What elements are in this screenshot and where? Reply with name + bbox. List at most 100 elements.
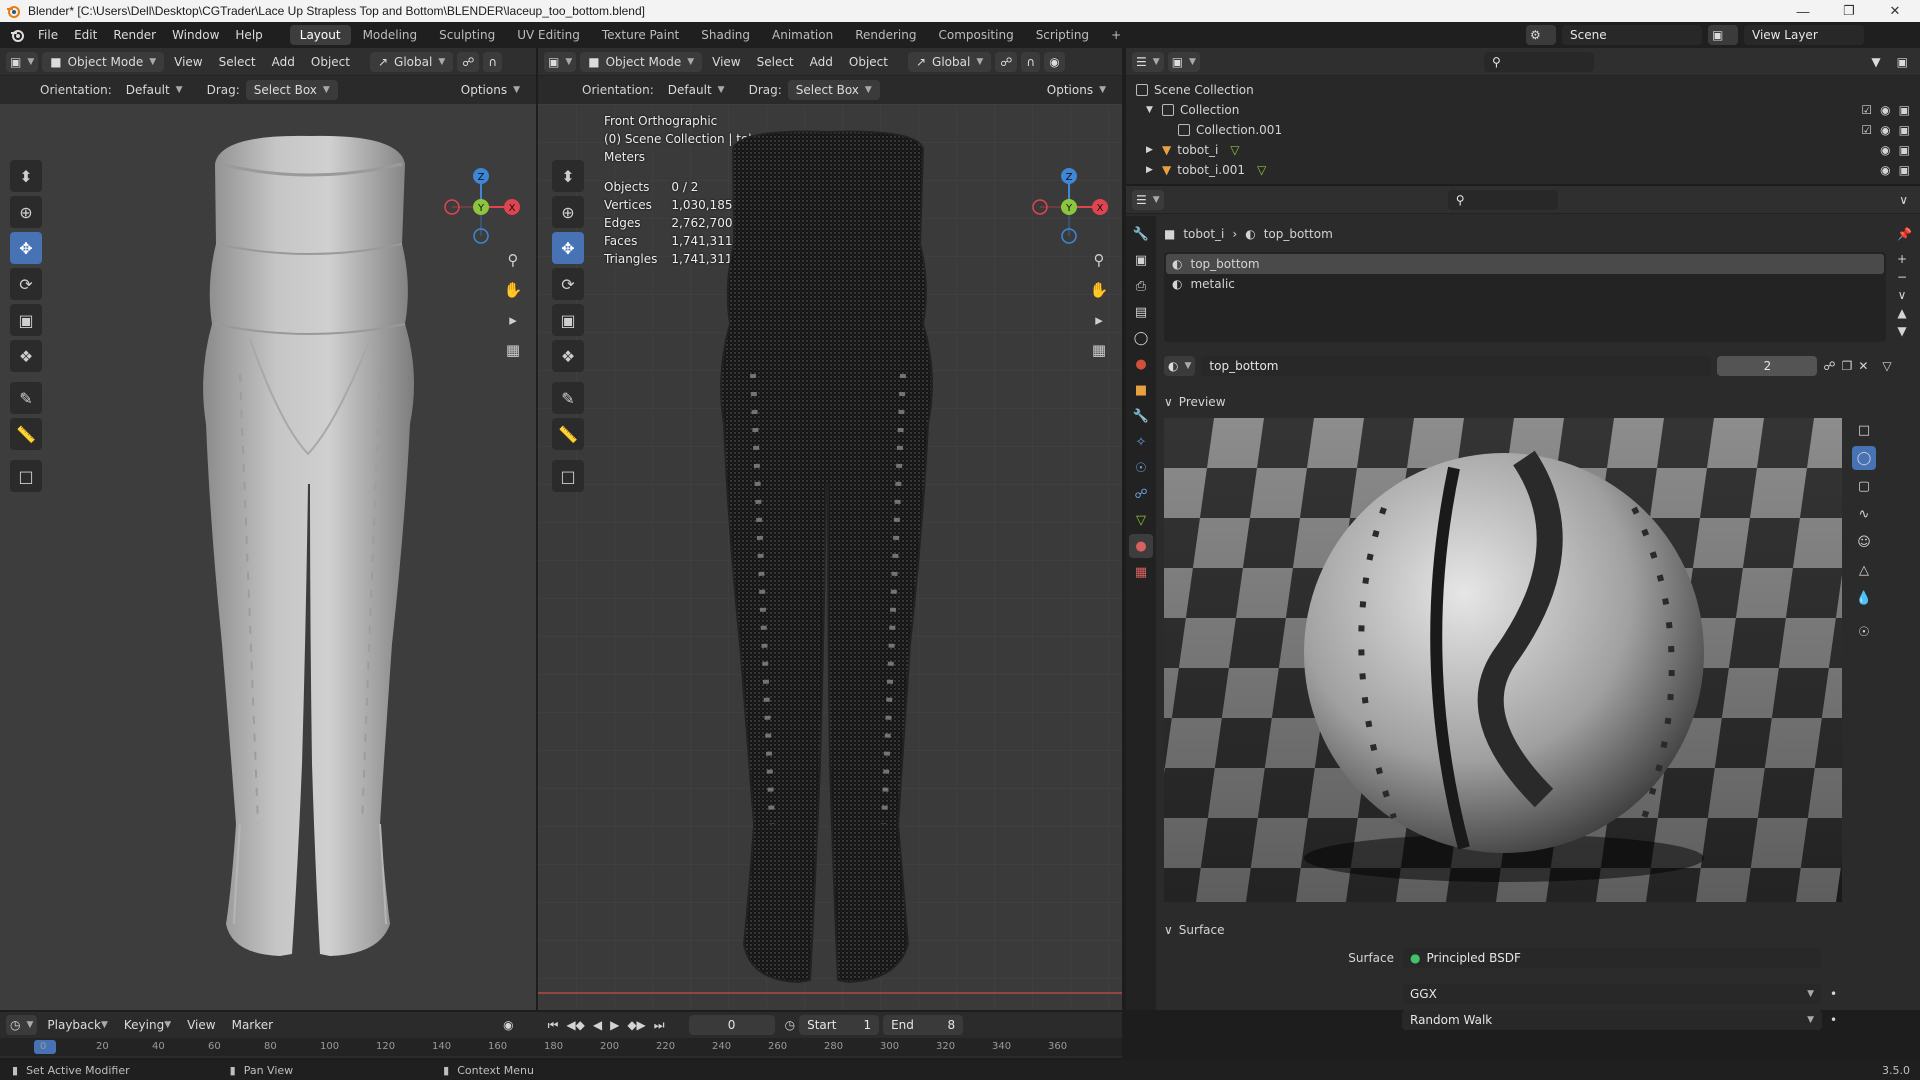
move-up-icon[interactable]: ▲: [1897, 306, 1906, 320]
pan-hand-icon[interactable]: ✋: [1086, 277, 1112, 303]
eye-icon[interactable]: ◉: [1880, 103, 1890, 117]
move-tool-icon[interactable]: ✥: [552, 232, 584, 264]
menu-help[interactable]: Help: [227, 22, 270, 48]
sphere-preview-icon[interactable]: ◯: [1852, 446, 1876, 470]
eye-icon[interactable]: ◉: [1880, 163, 1890, 177]
tab-animation[interactable]: Animation: [762, 25, 843, 45]
outliner-row-scene-collection[interactable]: Scene Collection: [1136, 80, 1910, 100]
scene-selector-icon[interactable]: ⚙: [1526, 25, 1556, 45]
camera-render-icon[interactable]: ▣: [1899, 103, 1910, 117]
current-frame-field[interactable]: 0: [688, 1015, 775, 1035]
remove-slot-icon[interactable]: −: [1897, 270, 1907, 284]
editor-type-icon[interactable]: ▣ ▼: [544, 51, 577, 72]
preview-section-header[interactable]: ∨ Preview: [1164, 392, 1912, 412]
zoom-icon[interactable]: ⚲: [1086, 247, 1112, 273]
render-tab-icon[interactable]: ▣: [1129, 248, 1153, 272]
checkbox-icon[interactable]: ☑: [1861, 103, 1872, 117]
options-dropdown[interactable]: Options ▼: [453, 80, 528, 100]
menu-playback[interactable]: Playback ▼: [41, 1015, 113, 1035]
prev-keyframe-icon[interactable]: ◀◆: [566, 1018, 584, 1033]
menu-select[interactable]: Select: [213, 52, 262, 72]
fluid-preview-icon[interactable]: 💧: [1852, 586, 1876, 610]
duplicate-icon[interactable]: ❐: [1842, 359, 1853, 373]
mode-dropdown[interactable]: ■ Object Mode ▼: [42, 51, 165, 72]
material-slot-item[interactable]: ◐ top_bottom: [1166, 254, 1884, 274]
tab-uv-editing[interactable]: UV Editing: [507, 25, 590, 45]
menu-object[interactable]: Object: [305, 52, 356, 72]
close-icon[interactable]: ✕: [1872, 0, 1918, 22]
world-tab-icon[interactable]: ●: [1129, 352, 1153, 376]
record-icon[interactable]: ◉: [503, 1018, 513, 1032]
particles-tab-icon[interactable]: ✧: [1129, 430, 1153, 454]
browse-material-icon[interactable]: ◐ ▼: [1164, 356, 1196, 376]
transform-orientation-dropdown[interactable]: ↗ Global ▼: [907, 51, 992, 72]
clock-icon[interactable]: ◷: [785, 1018, 795, 1032]
editor-type-icon[interactable]: ☰ ▼: [1132, 51, 1164, 72]
camera-render-icon[interactable]: ▣: [1899, 163, 1910, 177]
menu-add[interactable]: Add: [266, 52, 301, 72]
play-reverse-icon[interactable]: ◀: [593, 1018, 602, 1033]
keyframe-dot-icon[interactable]: •: [1830, 987, 1837, 1001]
next-keyframe-icon[interactable]: ◆▶: [627, 1018, 645, 1033]
grid-icon[interactable]: ▦: [500, 337, 526, 363]
menu-marker[interactable]: Marker: [226, 1015, 279, 1035]
maximize-icon[interactable]: ❐: [1826, 0, 1872, 22]
grid-icon[interactable]: ▦: [1086, 337, 1112, 363]
tab-compositing[interactable]: Compositing: [928, 25, 1023, 45]
transform-tool-icon[interactable]: ❖: [552, 340, 584, 372]
play-icon[interactable]: ▶: [610, 1018, 619, 1033]
cursor-tool-icon[interactable]: ⊕: [552, 196, 584, 228]
add-cube-tool-icon[interactable]: □: [10, 460, 42, 492]
filter-icon[interactable]: ▼: [1865, 52, 1886, 72]
jump-end-icon[interactable]: ⏭: [654, 1018, 665, 1033]
minimize-icon[interactable]: —: [1780, 0, 1826, 22]
timeline-ruler[interactable]: 0 20 40 60 80 100 120 140 160 180 200 220 240 260 280 3…: [0, 1038, 1122, 1056]
material-slot-item[interactable]: ◐ metalic: [1166, 274, 1884, 294]
menu-edit[interactable]: Edit: [66, 22, 105, 48]
tab-shading[interactable]: Shading: [691, 25, 760, 45]
tab-layout[interactable]: Layout: [289, 25, 351, 45]
chevron-down-icon[interactable]: ∨: [1898, 288, 1907, 302]
distribution-dropdown[interactable]: GGX ▼: [1402, 984, 1822, 1004]
menu-view[interactable]: View: [168, 52, 208, 72]
tab-modeling[interactable]: Modeling: [353, 25, 428, 45]
unlink-icon[interactable]: ✕: [1858, 359, 1868, 373]
pivot-icon[interactable]: ☍: [457, 51, 480, 72]
modifier-tab-icon[interactable]: 🔧: [1129, 404, 1153, 428]
material-tab-icon[interactable]: ●: [1129, 534, 1153, 558]
right-3d-view[interactable]: ⬍ ⊕ ✥ ⟳ ▣ ❖ ✎ 📏 □ Front Orthographic (0)…: [538, 104, 1122, 1010]
pivot-icon[interactable]: ☍: [995, 51, 1018, 72]
cursor-tool-icon[interactable]: ⊕: [10, 196, 42, 228]
jump-start-icon[interactable]: ⏮: [548, 1018, 559, 1033]
outliner-row-tobot-i[interactable]: ▶ ▼ tobot_i ▽ ◉ ▣: [1136, 140, 1910, 160]
tab-scripting[interactable]: Scripting: [1026, 25, 1099, 45]
link-type-icon[interactable]: ▽: [1882, 359, 1891, 373]
select-box-tool-icon[interactable]: ⬍: [10, 160, 42, 192]
checkbox-icon[interactable]: ☑: [1861, 123, 1872, 137]
material-slot-list[interactable]: ◐ top_bottom ◐ metalic: [1164, 252, 1886, 342]
keyframe-dot-icon[interactable]: •: [1830, 1013, 1837, 1027]
outliner-row-collection-001[interactable]: Collection.001 ☑ ◉ ▣: [1136, 120, 1910, 140]
editor-type-icon[interactable]: ▣ ▼: [6, 51, 39, 72]
editor-type-icon[interactable]: ☰ ▼: [1132, 189, 1164, 210]
world-preview-icon[interactable]: ☉: [1852, 620, 1876, 644]
move-tool-icon[interactable]: ✥: [10, 232, 42, 264]
pin-icon[interactable]: 📌: [1897, 227, 1912, 241]
zoom-icon[interactable]: ⚲: [500, 247, 526, 273]
orientation-dropdown[interactable]: Default ▼: [660, 80, 733, 100]
scene-field[interactable]: Scene: [1562, 25, 1702, 45]
annotate-tool-icon[interactable]: ✎: [10, 382, 42, 414]
blender-menu-icon[interactable]: [0, 22, 30, 48]
eye-icon[interactable]: ◉: [1880, 123, 1890, 137]
view-layer-icon[interactable]: ▣: [1708, 25, 1738, 45]
cloth-preview-icon[interactable]: △: [1852, 558, 1876, 582]
view-layer-field[interactable]: View Layer: [1744, 25, 1864, 45]
monkey-preview-icon[interactable]: ☺: [1852, 530, 1876, 554]
texture-tab-icon[interactable]: ▦: [1129, 560, 1153, 584]
display-mode-icon[interactable]: ▣ ▼: [1167, 51, 1200, 72]
hair-preview-icon[interactable]: ∿: [1852, 502, 1876, 526]
annotate-tool-icon[interactable]: ✎: [552, 382, 584, 414]
properties-search-input[interactable]: ⚲: [1447, 189, 1558, 210]
camera-render-icon[interactable]: ▣: [1899, 123, 1910, 137]
outliner-search-input[interactable]: ⚲: [1483, 51, 1594, 72]
